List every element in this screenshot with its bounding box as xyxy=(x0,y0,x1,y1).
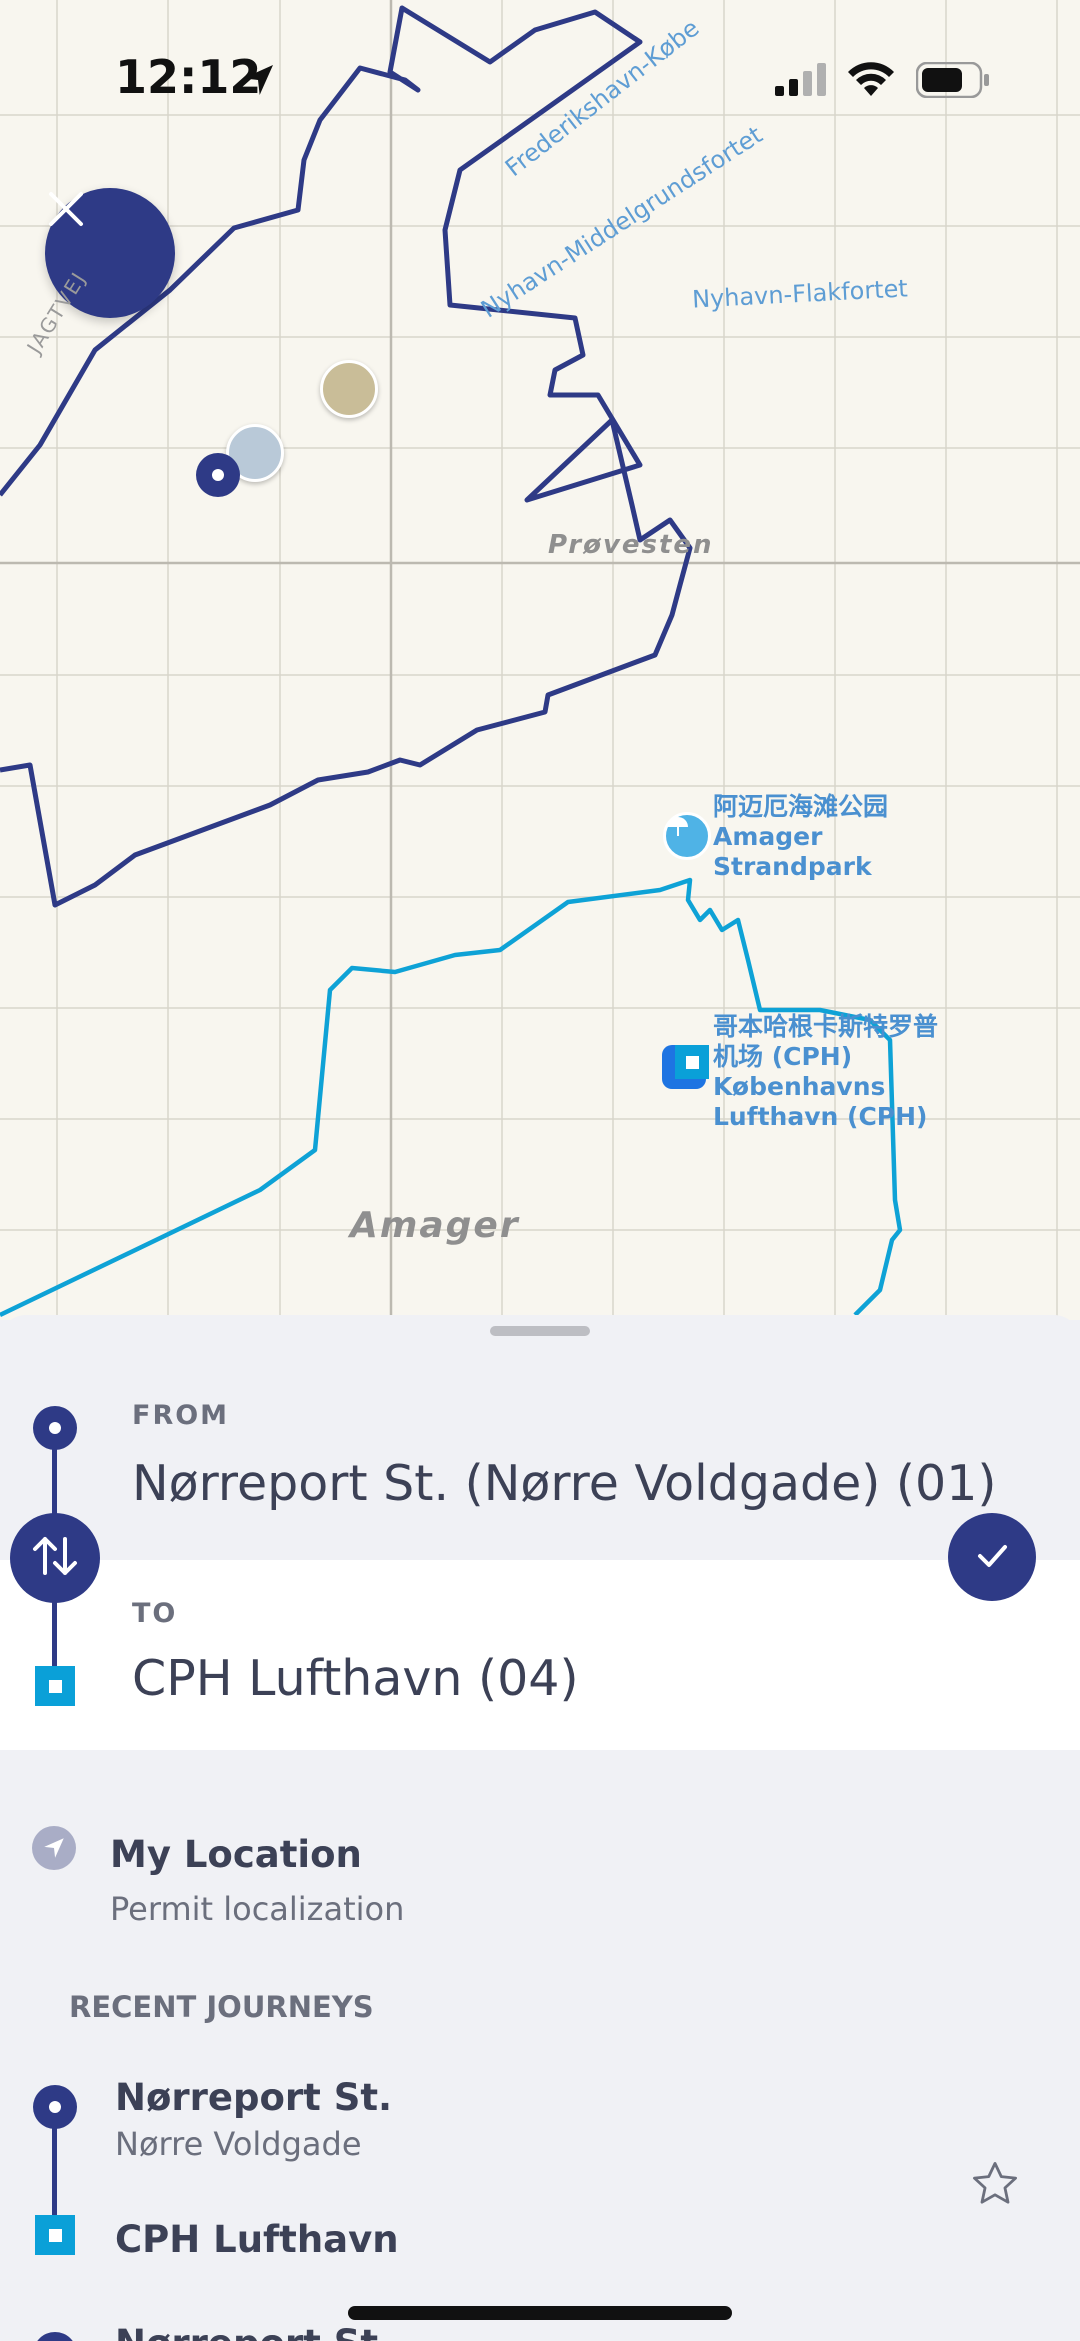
from-stop-dot xyxy=(33,1406,77,1450)
to-stop-square xyxy=(35,1666,75,1706)
my-location-subtitle: Permit localization xyxy=(110,1890,405,1928)
swap-arrows-icon xyxy=(30,1533,80,1583)
recent-from-dot xyxy=(33,2085,77,2129)
star-outline-icon[interactable] xyxy=(968,2158,1022,2214)
recent-to-square xyxy=(35,2215,75,2255)
to-value[interactable]: CPH Lufthavn (04) xyxy=(132,1650,579,1707)
sheet-grabber-handle[interactable] xyxy=(490,1326,590,1336)
map-label-provesten: Prøvesten xyxy=(548,530,714,560)
map-origin-marker[interactable] xyxy=(196,453,240,497)
poi-building-marker[interactable] xyxy=(320,360,378,418)
my-location-title: My Location xyxy=(110,1833,362,1876)
recent-from-subtitle: Nørre Voldgade xyxy=(115,2125,362,2163)
recent-2-from-title: Nørreport St. xyxy=(115,2322,392,2341)
poi-airport-line3: Københavns xyxy=(713,1072,886,1101)
location-arrow-icon xyxy=(32,1826,76,1870)
to-label: TO xyxy=(132,1598,178,1629)
map-view[interactable]: 12:12 JAGTVEJ Frederikshavn-Købe Nyhavn-… xyxy=(0,0,1080,1320)
poi-beach-line1: 阿迈厄海滩公园 xyxy=(713,792,889,821)
from-label: FROM xyxy=(132,1400,230,1431)
poi-label-airport: 哥本哈根卡斯特罗普 机场 (CPH) Københavns Lufthavn (… xyxy=(713,1012,938,1132)
map-label-amager: Amager xyxy=(350,1205,520,1246)
poi-beach-line2: Amager xyxy=(713,822,823,851)
map-destination-marker[interactable] xyxy=(675,1045,709,1079)
from-value: Nørreport St. (Nørre Voldgade) (01) xyxy=(132,1455,997,1512)
confirm-button[interactable] xyxy=(948,1513,1036,1601)
recent-2-from-dot xyxy=(33,2332,77,2341)
recent-from-title: Nørreport St. xyxy=(115,2076,393,2119)
checkmark-icon xyxy=(972,1535,1012,1579)
beach-umbrella-icon[interactable] xyxy=(663,812,711,860)
poi-airport-line2: 机场 (CPH) xyxy=(713,1042,853,1071)
poi-beach-line3: Strandpark xyxy=(713,852,872,881)
swap-button[interactable] xyxy=(10,1513,100,1603)
poi-label-beach: 阿迈厄海滩公园 Amager Strandpark xyxy=(713,792,888,882)
from-row[interactable]: FROM Nørreport St. (Nørre Voldgade) (01) xyxy=(110,1390,997,1540)
poi-airport-line4: Lufthavn (CPH) xyxy=(713,1102,928,1131)
poi-airport-line1: 哥本哈根卡斯特罗普 xyxy=(713,1012,939,1041)
recent-to-title: CPH Lufthavn xyxy=(115,2218,399,2261)
home-indicator[interactable] xyxy=(348,2306,732,2320)
recent-journeys-heading: RECENT JOURNEYS xyxy=(69,1990,374,2024)
